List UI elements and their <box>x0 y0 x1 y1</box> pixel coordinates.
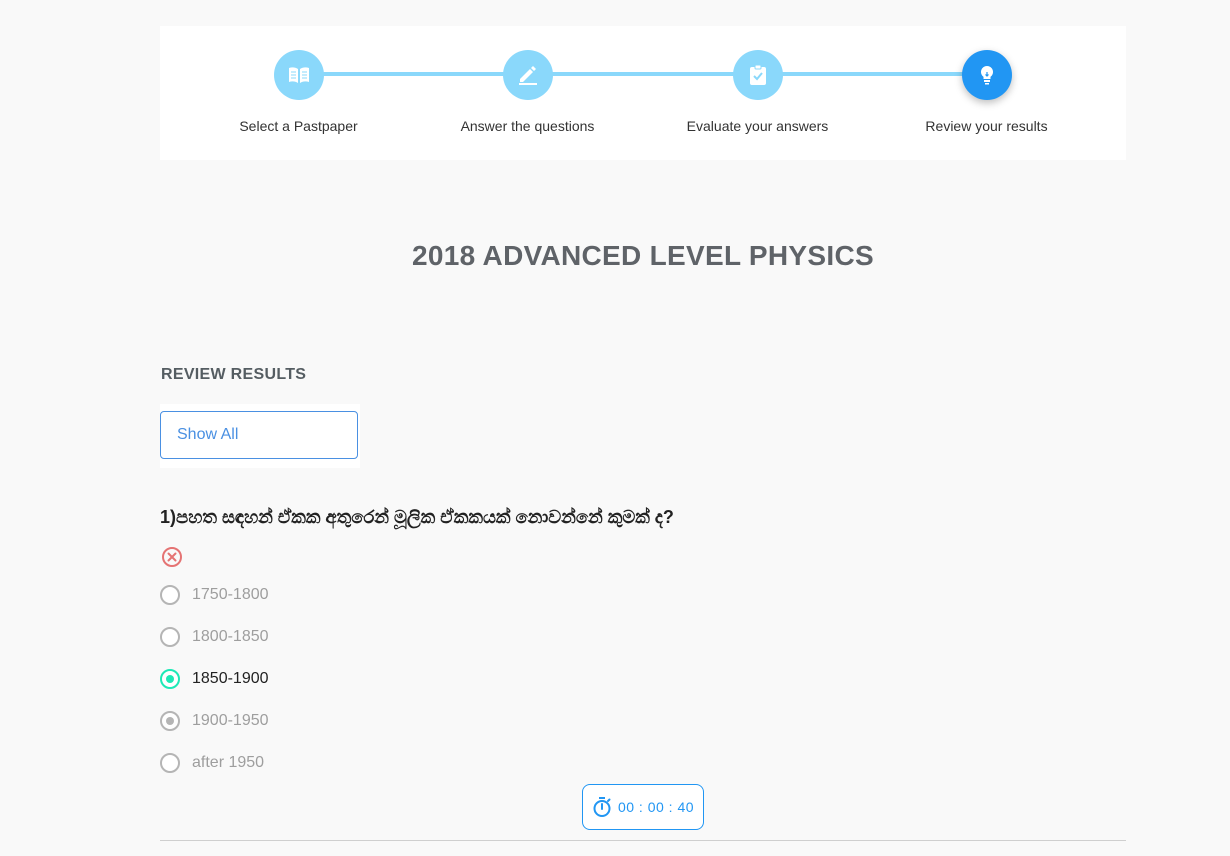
option-label: 1900-1950 <box>192 712 269 729</box>
step-circle <box>502 50 553 100</box>
radio-dot <box>166 717 174 725</box>
option-label: 1850-1900 <box>192 670 269 687</box>
stopwatch-icon <box>593 797 611 817</box>
timer-value: 00 : 00 : 40 <box>617 799 695 815</box>
radio-dot <box>166 675 174 683</box>
option-label: after 1950 <box>192 754 265 771</box>
step-label: Answer the questions <box>460 118 595 134</box>
step-label: Select a Pastpaper <box>239 118 358 134</box>
filter-selected-value: Show All <box>177 426 239 443</box>
answer-option[interactable]: after 1950 <box>160 752 264 774</box>
radio-button[interactable] <box>160 627 180 647</box>
section-title: REVIEW RESULTS <box>161 366 307 383</box>
radio-button-selected[interactable] <box>160 711 180 731</box>
lightbulb-icon <box>980 65 993 85</box>
question-text: 1)පහත සඳහන් ඒකක අතුරෙන් මූලික ඒකකයක් නොව… <box>160 507 674 527</box>
radio-button-correct[interactable] <box>160 669 180 689</box>
step-answer-questions[interactable]: Answer the questions <box>413 26 642 160</box>
step-review-results[interactable]: Review your results <box>872 26 1101 160</box>
timer-badge: 00 : 00 : 40 <box>582 784 704 830</box>
answer-option-selected[interactable]: 1900-1950 <box>160 710 269 732</box>
option-label: 1800-1850 <box>192 628 269 645</box>
option-label: 1750-1800 <box>192 586 269 603</box>
progress-stepper: Select a Pastpaper Answer the questions … <box>160 26 1126 160</box>
book-open-icon <box>288 67 309 83</box>
radio-button[interactable] <box>160 753 180 773</box>
clipboard-check-icon <box>749 64 766 85</box>
filter-dropdown[interactable]: Show All <box>160 411 358 459</box>
pencil-icon <box>518 66 537 85</box>
radio-button[interactable] <box>160 585 180 605</box>
page-title: 2018 ADVANCED LEVEL PHYSICS <box>412 240 874 271</box>
step-select-pastpaper[interactable]: Select a Pastpaper <box>184 26 413 160</box>
step-circle-active <box>961 50 1012 100</box>
step-label: Evaluate your answers <box>686 118 829 134</box>
answer-option-correct[interactable]: 1850-1900 <box>160 668 269 690</box>
divider <box>160 840 1126 841</box>
close-circle-icon <box>162 547 182 567</box>
step-evaluate-answers[interactable]: Evaluate your answers <box>643 26 872 160</box>
filter-container: Show All <box>160 404 360 468</box>
step-circle <box>273 50 324 100</box>
step-label: Review your results <box>925 118 1048 134</box>
answer-option[interactable]: 1750-1800 <box>160 584 269 606</box>
step-circle <box>732 50 783 100</box>
answer-option[interactable]: 1800-1850 <box>160 626 269 648</box>
